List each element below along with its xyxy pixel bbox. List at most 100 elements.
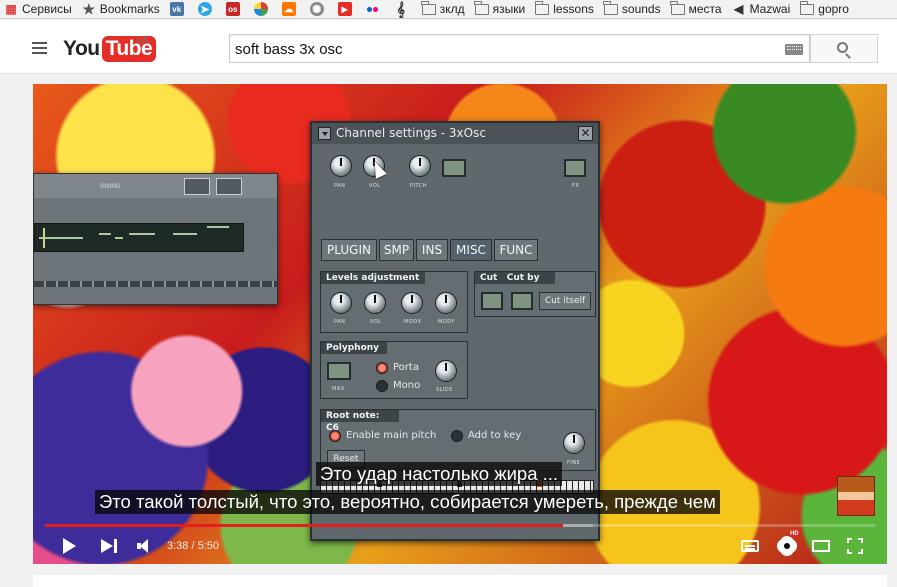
level-mody-knob [435, 292, 457, 314]
pattern-display [34, 223, 244, 252]
bookmark-folder-zkld[interactable]: зклд [421, 0, 465, 16]
bookmark-apps[interactable]: ▦ Сервисы [4, 2, 71, 16]
video-player[interactable]: SWING Channel settings - 3xOsc ✕ PAN VOL… [33, 84, 887, 564]
progress-bar[interactable] [45, 524, 875, 527]
menu-icon[interactable] [32, 42, 47, 54]
bookmark-bookmarks[interactable]: ★ Bookmarks [82, 0, 159, 17]
play-button[interactable] [59, 534, 79, 558]
tab-smp: SMP [379, 239, 414, 261]
bookmark-soundcloud[interactable]: ☁ [281, 2, 300, 16]
volume-button[interactable] [135, 534, 157, 558]
subtitle-line-2: Это такой толстый, что это, вероятно, со… [95, 490, 720, 514]
bookmark-youtube[interactable]: ▶ [337, 2, 356, 16]
bookmark-film[interactable]: ✺ [309, 2, 328, 16]
volume-icon [137, 539, 155, 553]
level-pan-knob [330, 292, 352, 314]
youtube-header: You Tube UA soft bass 3x osc [0, 20, 897, 74]
film-reel-icon: ✺ [309, 2, 324, 16]
cut-section: Cut Cut by Cut itself [474, 271, 596, 317]
theater-mode-icon [812, 540, 830, 552]
slide-knob [435, 360, 457, 382]
max-voices-display [327, 362, 351, 380]
mazwai-icon: ◀ [733, 2, 744, 16]
pinwheel-icon [253, 2, 268, 16]
time-display: 3:38 / 5:50 [167, 540, 219, 552]
folder-icon [474, 0, 489, 15]
porta-radio [376, 362, 388, 374]
video-info-area [33, 575, 887, 587]
fx-display [564, 159, 586, 177]
bookmark-vk[interactable]: vk [169, 2, 188, 16]
bookmark-folder-lessons[interactable]: lessons [534, 0, 594, 16]
next-button[interactable] [99, 534, 121, 558]
cut-by-display [511, 292, 533, 310]
pitch-display [442, 159, 466, 177]
bookmark-music[interactable]: 𝄞 [394, 0, 412, 17]
window-menu-icon [318, 127, 331, 140]
os-icon: os [225, 2, 240, 16]
bookmarks-bar: ▦ Сервисы ★ Bookmarks vk ➤ os ☁ ✺ ▶ 𝄞 зк… [0, 0, 897, 19]
flickr-icon [366, 2, 380, 16]
pan-knob [330, 155, 352, 177]
next-icon [101, 539, 119, 553]
telegram-icon: ➤ [197, 2, 212, 16]
levels-section: Levels adjustment PAN VOL MODX MODY [320, 271, 468, 333]
playlist-panel: SWING [33, 173, 278, 305]
tab-plugin: PLUGIN [321, 239, 377, 261]
fullscreen-button[interactable] [843, 534, 867, 558]
folder-icon [670, 0, 685, 15]
bookmark-os[interactable]: os [225, 2, 244, 16]
bookmark-folder-sounds[interactable]: sounds [603, 0, 661, 16]
folder-icon [534, 0, 550, 15]
search-icon [837, 42, 848, 53]
bookmark-pinwheel[interactable] [253, 2, 272, 16]
polyphony-section: Polyphony MAX Porta Mono SLIDE [320, 341, 468, 399]
cut-itself-button: Cut itself [539, 292, 591, 310]
folder-icon [799, 0, 815, 15]
subtitles-icon [741, 540, 759, 552]
subtitle-line-1: Это удар настолько жира ... [316, 462, 563, 486]
treble-clef-icon: 𝄞 [396, 0, 405, 17]
youtube-icon: ▶ [337, 2, 352, 16]
bookmark-folder-gopro[interactable]: gopro [799, 0, 849, 16]
tab-misc: MISC [450, 239, 492, 261]
play-icon [62, 538, 76, 554]
gear-icon [779, 538, 795, 554]
bookmark-folder-places[interactable]: места [670, 0, 722, 16]
theater-mode-button[interactable] [809, 534, 833, 558]
subtitles-button[interactable] [739, 534, 761, 558]
level-volume-knob [364, 292, 386, 314]
search-input[interactable]: soft bass 3x osc [229, 34, 810, 63]
fullscreen-icon [847, 538, 863, 554]
vk-icon: vk [169, 2, 184, 16]
channel-avatar[interactable] [837, 476, 875, 516]
close-icon: ✕ [578, 126, 593, 141]
mono-radio [376, 380, 388, 392]
swing-label: SWING [100, 184, 121, 190]
bookmark-flickr[interactable] [366, 2, 384, 16]
bookmark-mazwai[interactable]: ◀ Mazwai [732, 2, 790, 16]
soundcloud-icon: ☁ [281, 2, 296, 16]
step-button [184, 178, 210, 195]
window-title: Channel settings - 3xOsc [312, 123, 598, 144]
add-to-key-radio [451, 430, 463, 442]
fine-knob [563, 432, 585, 454]
folder-icon [421, 0, 436, 15]
settings-button[interactable]: HD [775, 531, 800, 558]
keyboard-icon[interactable] [785, 44, 803, 55]
apps-grid-icon: ▦ [5, 2, 17, 16]
bookmark-folder-languages[interactable]: языки [474, 0, 525, 16]
region-label: UA [136, 35, 149, 45]
search-button[interactable] [810, 34, 878, 63]
pitch-knob [409, 155, 431, 177]
tab-ins: INS [416, 239, 448, 261]
level-modx-knob [401, 292, 423, 314]
hd-badge: HD [789, 531, 800, 537]
star-icon: ★ [82, 0, 95, 17]
piano-roll-button [216, 178, 242, 195]
bookmark-telegram[interactable]: ➤ [197, 2, 216, 16]
search-query: soft bass 3x osc [235, 41, 343, 58]
cut-display [481, 292, 503, 310]
folder-icon [603, 0, 618, 15]
played-bar [45, 524, 563, 527]
